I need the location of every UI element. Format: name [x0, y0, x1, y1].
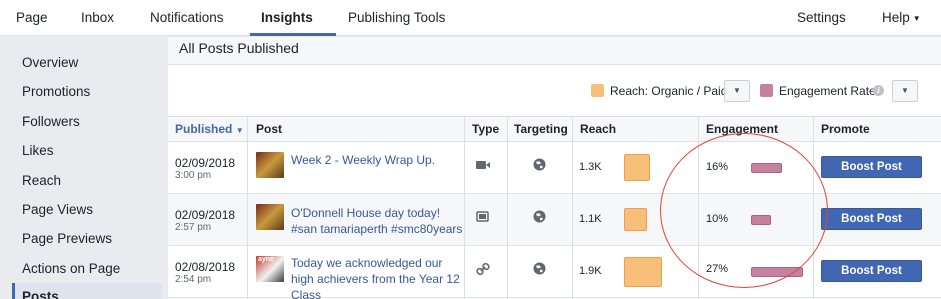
column-targeting[interactable]: Targeting — [514, 122, 568, 136]
column-divider — [507, 117, 508, 299]
engagement-metric-dropdown[interactable]: ▼ — [892, 80, 918, 102]
post-thumbnail[interactable]: ayne — [256, 256, 284, 282]
post-time: 2:54 pm — [175, 274, 212, 285]
post-date: 02/08/2018 — [175, 260, 236, 274]
nav-insights[interactable]: Insights — [261, 10, 313, 25]
sidebar-item-reach[interactable]: Reach — [22, 173, 61, 188]
sidebar-active-marker — [12, 283, 15, 299]
legend-bar: Reach: Organic / Paid ▼ Engagement Rate … — [168, 65, 941, 117]
post-thumbnail[interactable] — [256, 204, 284, 230]
globe-icon — [530, 210, 548, 226]
thumbnail-text: ayne — [258, 256, 274, 263]
column-divider — [464, 117, 465, 299]
column-promote: Promote — [821, 122, 870, 136]
insights-sidebar: Overview Promotions Followers Likes Reac… — [0, 37, 166, 299]
sidebar-item-overview[interactable]: Overview — [22, 55, 78, 70]
boost-post-button[interactable]: Boost Post — [821, 260, 922, 282]
column-reach[interactable]: Reach — [580, 122, 616, 136]
reach-value: 1.9K — [579, 265, 602, 277]
info-icon[interactable]: i — [873, 85, 884, 96]
caret-down-icon: ▼ — [912, 13, 921, 23]
nav-settings[interactable]: Settings — [797, 10, 846, 25]
column-type[interactable]: Type — [472, 122, 499, 136]
nav-notifications[interactable]: Notifications — [150, 10, 224, 25]
nav-help[interactable]: Help ▼ — [882, 10, 921, 25]
post-time: 2:57 pm — [175, 222, 212, 233]
post-thumbnail[interactable] — [256, 152, 284, 178]
nav-help-label: Help — [882, 10, 910, 25]
active-tab-indicator — [250, 33, 336, 36]
reach-bar — [624, 154, 650, 181]
panel-title: All Posts Published — [179, 40, 299, 56]
globe-icon — [530, 158, 548, 174]
boost-post-button[interactable]: Boost Post — [821, 156, 922, 178]
chevron-down-icon: ▼ — [733, 86, 741, 95]
sidebar-item-likes[interactable]: Likes — [22, 143, 54, 158]
globe-icon — [530, 262, 548, 278]
top-navigation: Page Inbox Notifications Insights Publis… — [0, 0, 941, 36]
engagement-legend-swatch — [760, 84, 773, 97]
reach-legend-swatch — [591, 84, 604, 97]
reach-metric-dropdown[interactable]: ▼ — [724, 80, 750, 102]
reach-value: 1.1K — [579, 213, 602, 225]
column-post[interactable]: Post — [256, 122, 282, 136]
sidebar-item-posts[interactable]: Posts — [22, 289, 59, 299]
sidebar-item-followers[interactable]: Followers — [22, 114, 80, 129]
post-link[interactable]: Today we acknowledged our high achievers… — [291, 255, 466, 299]
nav-publishing-tools[interactable]: Publishing Tools — [348, 10, 445, 25]
boost-post-button[interactable]: Boost Post — [821, 208, 922, 230]
column-published-label: Published — [175, 122, 233, 136]
link-icon — [474, 262, 492, 279]
sidebar-item-actions-on-page[interactable]: Actions on Page — [22, 261, 120, 276]
post-time: 3:00 pm — [175, 170, 212, 181]
posts-panel: All Posts Published Reach: Organic / Pai… — [168, 37, 941, 299]
table-header: Published ▼ Post Type Targeting Reach En… — [168, 117, 941, 142]
reach-value: 1.3K — [579, 161, 602, 173]
sidebar-item-promotions[interactable]: Promotions — [22, 84, 90, 99]
annotation-circle — [660, 133, 828, 288]
table-row: 02/09/2018 3:00 pm Week 2 - Weekly Wrap … — [168, 142, 941, 194]
sidebar-item-page-views[interactable]: Page Views — [22, 202, 93, 217]
chevron-down-icon: ▼ — [901, 86, 909, 95]
reach-bar — [624, 208, 647, 231]
engagement-legend-label: Engagement Rate — [779, 84, 876, 98]
column-divider — [572, 117, 573, 299]
album-icon — [474, 211, 492, 226]
reach-bar — [624, 257, 662, 287]
column-published[interactable]: Published ▼ — [175, 122, 244, 136]
column-divider — [247, 117, 248, 299]
table-row: 02/08/2018 2:54 pm ayne Today we acknowl… — [168, 246, 941, 299]
video-icon — [474, 159, 492, 174]
reach-legend-label: Reach: Organic / Paid — [610, 84, 728, 98]
sort-down-icon: ▼ — [235, 126, 244, 135]
nav-page[interactable]: Page — [16, 10, 48, 25]
sidebar-item-page-previews[interactable]: Page Previews — [22, 231, 112, 246]
nav-inbox[interactable]: Inbox — [81, 10, 114, 25]
post-link[interactable]: Week 2 - Weekly Wrap Up. — [291, 152, 466, 168]
post-link[interactable]: O'Donnell House day today! #san tamariap… — [291, 205, 466, 237]
post-date: 02/09/2018 — [175, 156, 236, 170]
post-date: 02/09/2018 — [175, 208, 236, 222]
